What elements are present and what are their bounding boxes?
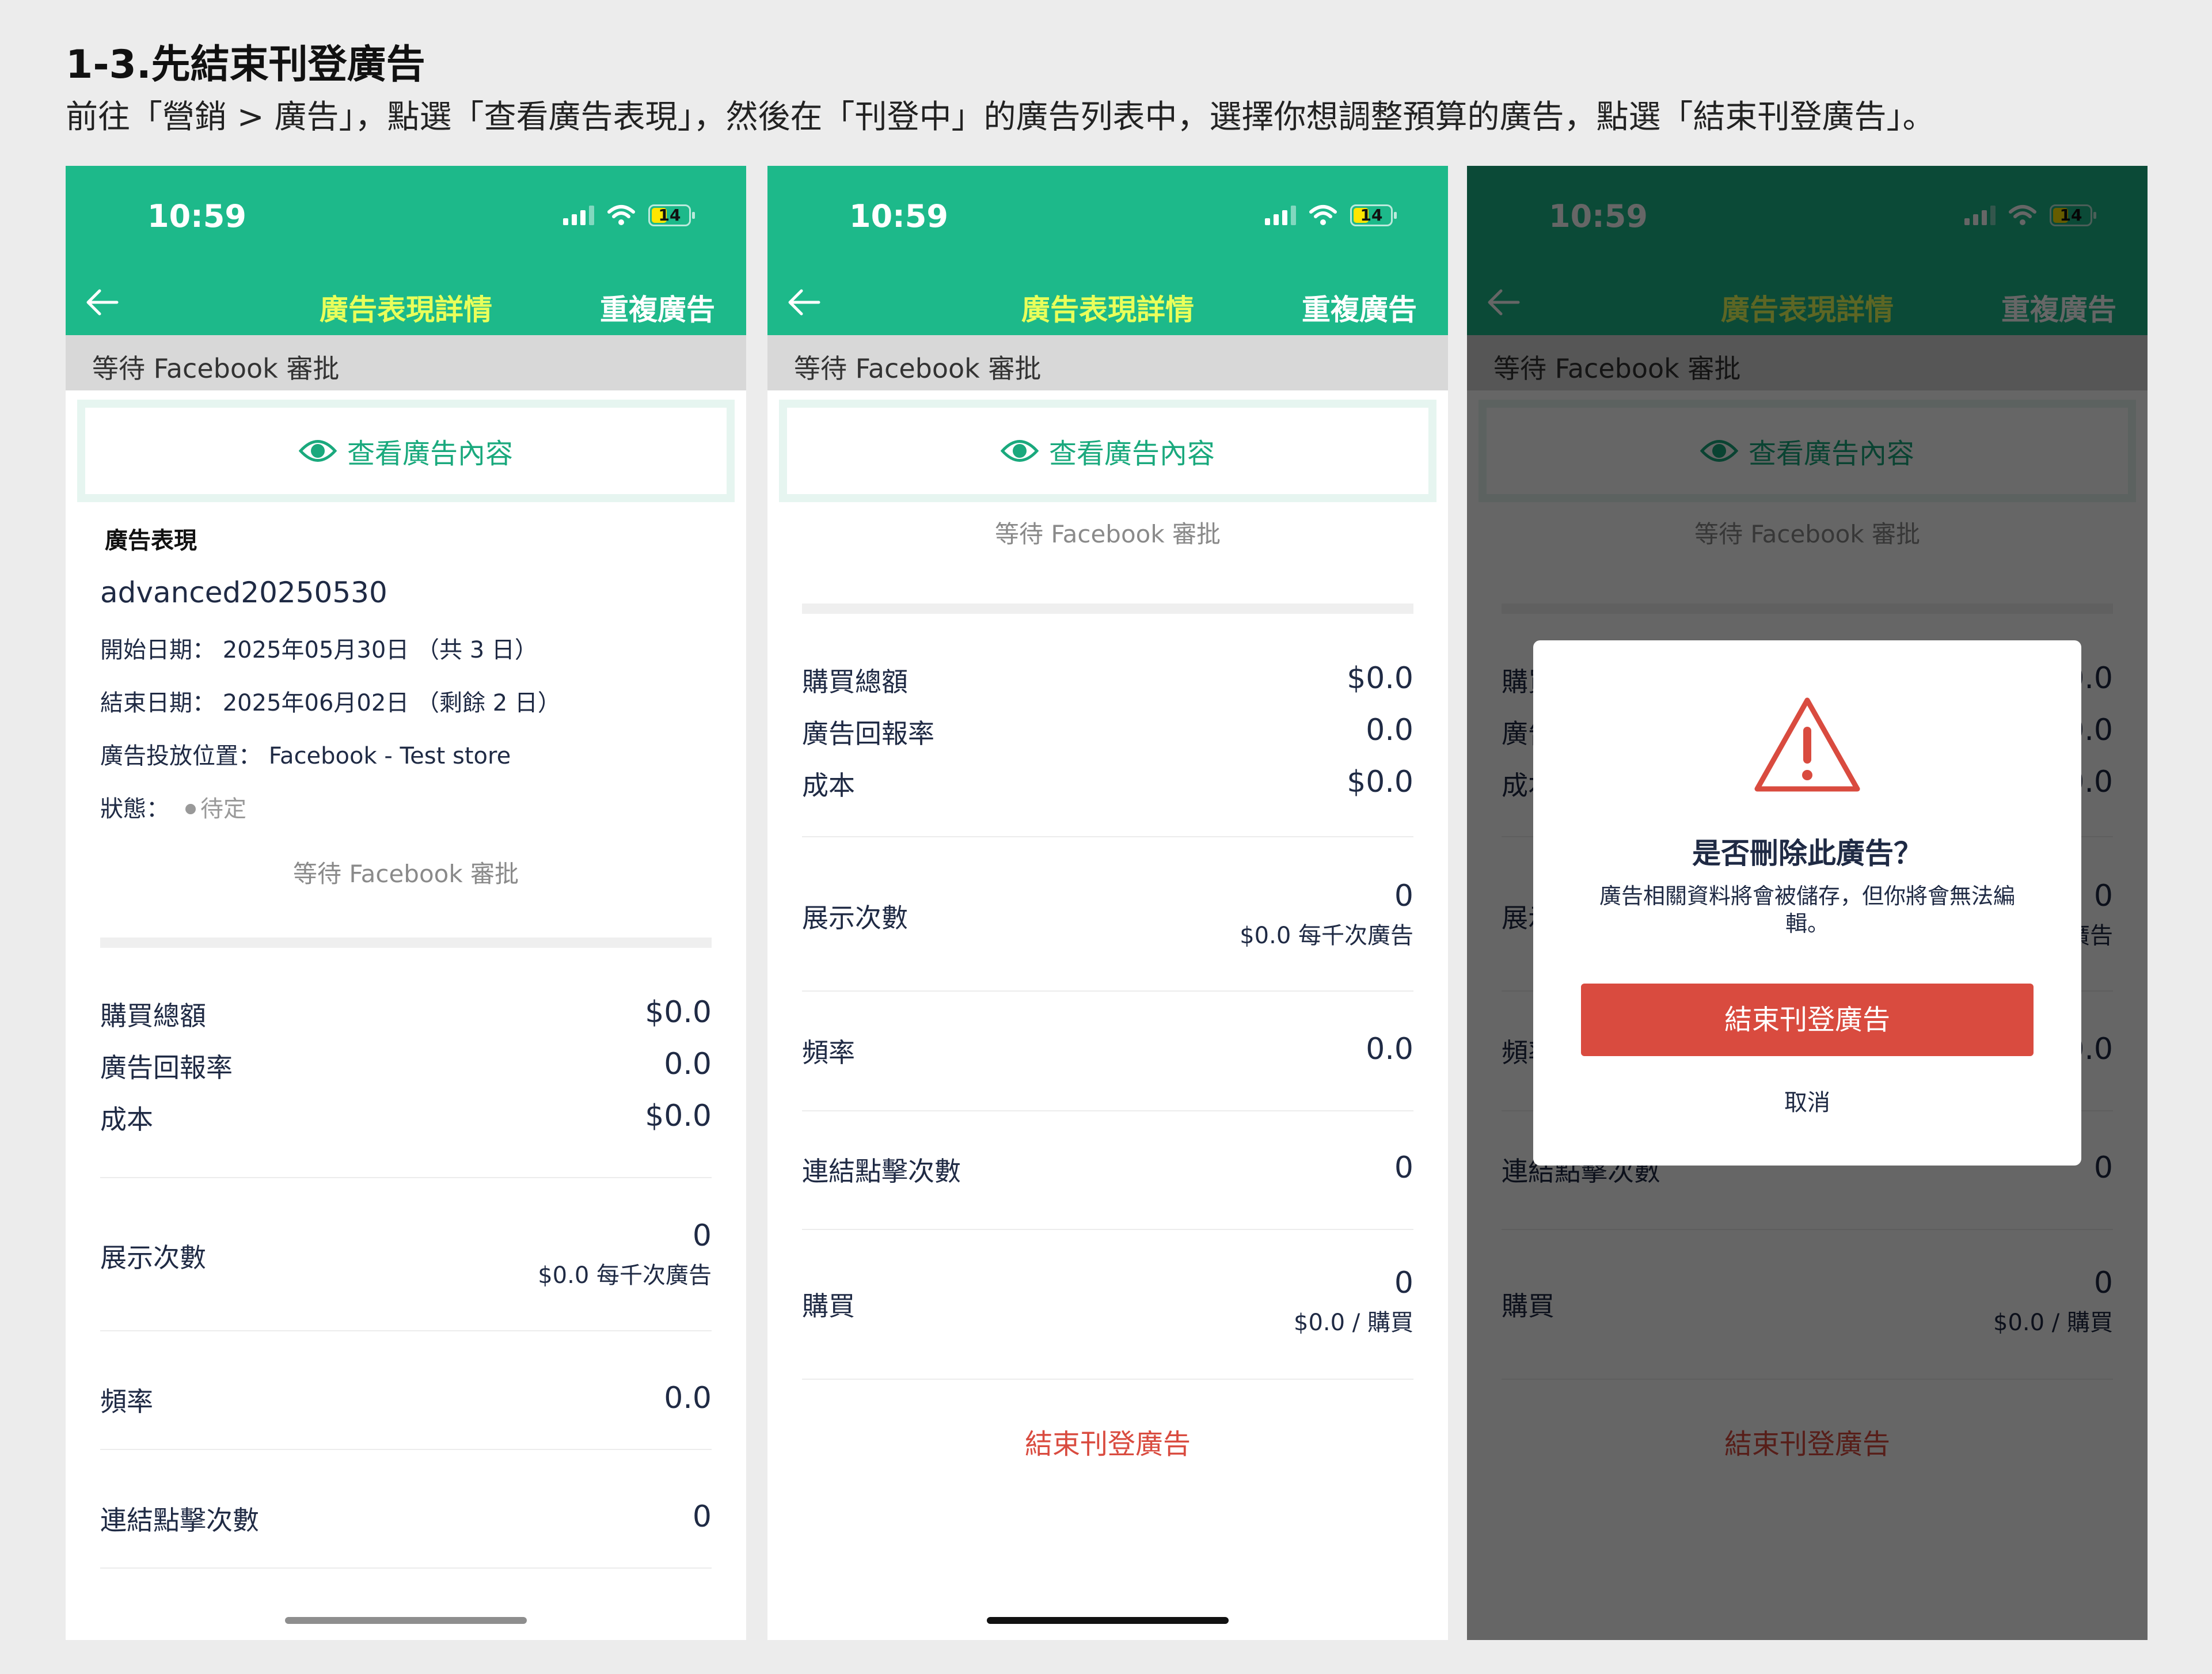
signal-icon xyxy=(1265,206,1296,225)
divider xyxy=(802,1110,1413,1111)
home-indicator xyxy=(987,1617,1229,1624)
dialog-title: 是否刪除此廣告？ xyxy=(1692,837,1922,870)
phone-screen-1: 10:59 14 廣告表現詳情 重複廣告 等待 Facebook 審批 查看廣告… xyxy=(66,166,746,1640)
divider xyxy=(100,1567,712,1569)
pending-banner: 等待 Facebook 審批 xyxy=(767,335,1448,390)
confirm-dialog: 是否刪除此廣告？ 廣告相關資料將會被儲存，但你將會無法編輯。 結束刊登廣告 取消 xyxy=(1533,640,2081,1166)
pending-note: 等待 Facebook 審批 xyxy=(994,520,1221,548)
page-description: 前往「營銷 > 廣告」，點選「查看廣告表現」，然後在「刊登中」的廣告列表中，選擇… xyxy=(66,98,1935,136)
battery-icon: 14 xyxy=(1350,204,1397,226)
status-row: 狀態： 待定 xyxy=(100,796,246,822)
duplicate-ad-button[interactable]: 重複廣告 xyxy=(1302,287,1417,328)
divider xyxy=(802,1379,1413,1380)
pending-banner: 等待 Facebook 審批 xyxy=(66,335,746,390)
end-ad-link[interactable]: 結束刊登廣告 xyxy=(767,1421,1448,1462)
performance-section-title: 廣告表現 xyxy=(105,527,197,554)
divider xyxy=(100,1330,712,1331)
home-indicator xyxy=(285,1617,527,1624)
status-bar: 10:59 14 xyxy=(66,166,746,269)
nav-bar: 廣告表現詳情 重複廣告 xyxy=(767,269,1448,335)
confirm-end-ad-button[interactable]: 結束刊登廣告 xyxy=(1581,984,2034,1056)
status-dot-icon xyxy=(185,804,196,814)
pending-note: 等待 Facebook 審批 xyxy=(292,860,519,888)
nav-bar: 廣告表現詳情 重複廣告 xyxy=(66,269,746,335)
warning-icon xyxy=(1754,697,1860,792)
divider xyxy=(802,836,1413,837)
wifi-icon xyxy=(607,205,635,225)
signal-icon xyxy=(563,206,594,225)
page-title: 1-3.先結束刊登廣告 xyxy=(66,42,425,88)
placement-row: 廣告投放位置： Facebook - Test store xyxy=(100,743,511,769)
duplicate-ad-button[interactable]: 重複廣告 xyxy=(600,287,715,328)
start-date-row: 開始日期： 2025年05月30日 （共 3 日） xyxy=(100,637,538,663)
phone-screen-2: 10:59 14 廣告表現詳情 重複廣告 等待 Facebook 審批 查看廣告… xyxy=(767,166,1448,1640)
divider xyxy=(100,1449,712,1450)
view-ad-content-button[interactable]: 查看廣告內容 xyxy=(779,400,1436,502)
status-badge: 待定 xyxy=(200,796,246,822)
status-time: 10:59 xyxy=(147,198,246,234)
eye-icon xyxy=(1000,440,1039,462)
status-time: 10:59 xyxy=(849,198,948,234)
ad-name: advanced20250530 xyxy=(100,576,387,609)
divider xyxy=(802,603,1413,614)
status-bar: 10:59 14 xyxy=(767,166,1448,269)
end-date-row: 結束日期： 2025年06月02日 （剩餘 2 日） xyxy=(100,690,561,716)
dialog-message: 廣告相關資料將會被儲存，但你將會無法編輯。 xyxy=(1599,883,2015,936)
eye-icon xyxy=(298,440,337,462)
wifi-icon xyxy=(1309,205,1337,225)
divider xyxy=(100,1177,712,1178)
cancel-button[interactable]: 取消 xyxy=(1533,1084,2081,1117)
divider xyxy=(802,990,1413,992)
divider xyxy=(100,937,712,948)
battery-icon: 14 xyxy=(648,204,695,226)
phone-screen-3: 10:59 14 廣告表現詳情 重複廣告 等待 Facebook 審批 查看廣告… xyxy=(1467,166,2148,1640)
view-ad-content-button[interactable]: 查看廣告內容 xyxy=(77,400,735,502)
divider xyxy=(802,1229,1413,1230)
